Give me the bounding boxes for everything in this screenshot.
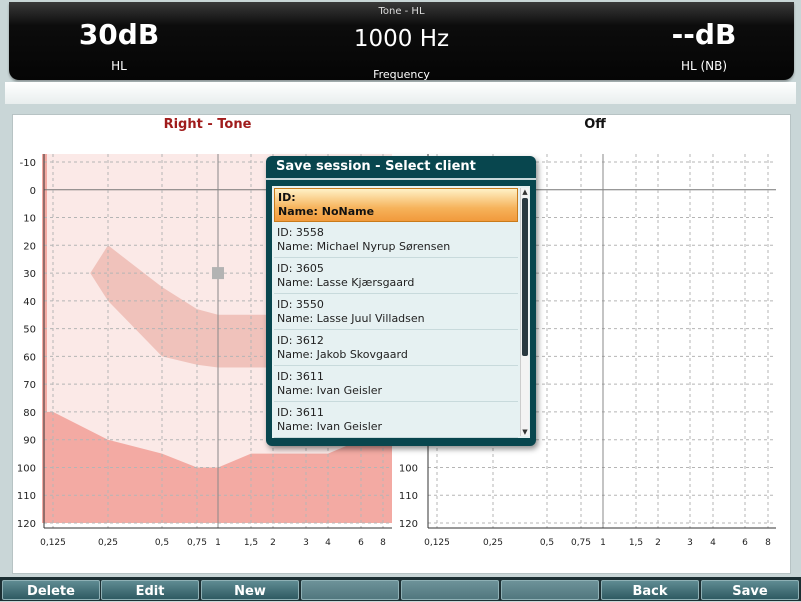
client-name: Name: Ivan Geisler bbox=[277, 420, 383, 433]
client-id: ID: 3605 bbox=[277, 262, 324, 275]
empty-button-3[interactable] bbox=[501, 580, 599, 600]
dialog-divider bbox=[266, 178, 536, 180]
client-id: ID: 3558 bbox=[277, 226, 324, 239]
right-x-tick-label: 1,5 bbox=[629, 538, 643, 548]
scroll-down-arrow-icon[interactable]: ▼ bbox=[521, 428, 529, 436]
client-name: Name: Ivan Geisler bbox=[277, 384, 383, 397]
empty-button-1[interactable] bbox=[301, 580, 399, 600]
client-id: ID: 3611 bbox=[277, 406, 324, 419]
client-id: ID: 3550 bbox=[277, 298, 324, 311]
right-x-tick-label: 0,75 bbox=[571, 538, 591, 548]
client-name: Name: NoName bbox=[278, 205, 375, 218]
client-id: ID: 3611 bbox=[277, 370, 324, 383]
right-x-tick-label: 1 bbox=[600, 538, 606, 548]
empty-button-2[interactable] bbox=[401, 580, 499, 600]
right-y-tick-label: 110 bbox=[399, 491, 418, 502]
client-list-item[interactable]: ID: 3611 Name: Ivan Geisler bbox=[274, 368, 518, 402]
delete-button[interactable]: Delete bbox=[2, 580, 100, 600]
right-y-tick-label: 120 bbox=[399, 519, 418, 530]
right-x-tick-label: 2 bbox=[655, 538, 661, 548]
dialog-title: Save session - Select client bbox=[276, 159, 476, 174]
client-name: Name: Lasse Juul Villadsen bbox=[277, 312, 425, 325]
client-name: Name: Jakob Skovgaard bbox=[277, 348, 408, 361]
new-button[interactable]: New bbox=[201, 580, 299, 600]
client-list-scrollbar[interactable]: ▲ ▼ bbox=[520, 188, 529, 436]
right-y-tick-label: 100 bbox=[399, 463, 418, 474]
client-list-item[interactable]: ID: Name: NoName bbox=[274, 188, 518, 222]
client-name: Name: Michael Nyrup Sørensen bbox=[277, 240, 451, 253]
scroll-thumb[interactable] bbox=[522, 198, 528, 356]
client-list[interactable]: ID: 3611 Name: Ivan Geisler ID: 3611 Name: … bbox=[272, 186, 530, 438]
edit-button[interactable]: Edit bbox=[101, 580, 199, 600]
right-x-tick-label: 4 bbox=[710, 538, 716, 548]
scroll-up-arrow-icon[interactable]: ▲ bbox=[521, 188, 529, 196]
client-name: Name: Lasse Kjærsgaard bbox=[277, 276, 415, 289]
select-client-dialog: Save session - Select client ID: 3611 Nam… bbox=[266, 156, 536, 446]
right-x-tick-label: 0,25 bbox=[483, 538, 503, 548]
client-list-item[interactable]: ID: 3550 Name: Lasse Juul Villadsen bbox=[274, 296, 518, 330]
client-id: ID: 3612 bbox=[277, 334, 324, 347]
right-x-tick-label: 3 bbox=[687, 538, 693, 548]
right-x-tick-label: 0,5 bbox=[540, 538, 554, 548]
save-button[interactable]: Save bbox=[701, 580, 799, 600]
right-x-tick-label: 8 bbox=[765, 538, 771, 548]
client-list-item[interactable]: ID: 3558 Name: Michael Nyrup Sørensen bbox=[274, 224, 518, 258]
right-x-tick-label: 0,125 bbox=[424, 538, 450, 548]
client-id: ID: bbox=[278, 191, 296, 204]
client-list-item[interactable]: ID: 3605 Name: Lasse Kjærsgaard bbox=[274, 260, 518, 294]
right-x-tick-label: 6 bbox=[742, 538, 748, 548]
client-list-item[interactable]: ID: 3612 Name: Jakob Skovgaard bbox=[274, 332, 518, 366]
client-list-item[interactable]: ID: 3611 Name: Ivan Geisler bbox=[274, 404, 518, 438]
back-button[interactable]: Back bbox=[601, 580, 699, 600]
